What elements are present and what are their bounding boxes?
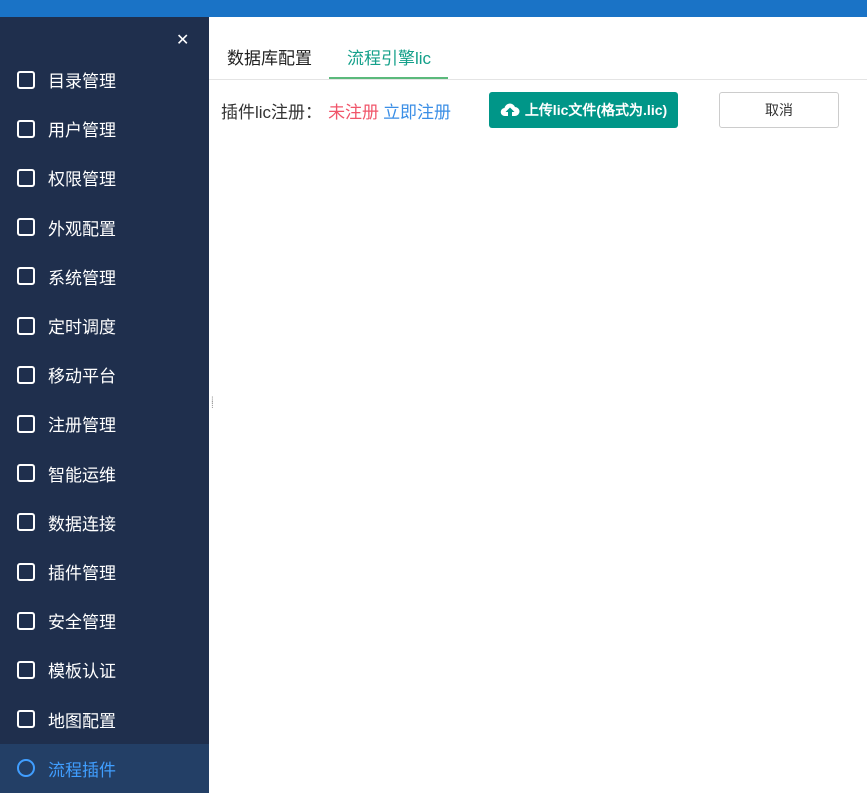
status-text: 未注册 (328, 103, 380, 122)
puzzle-icon (17, 562, 35, 581)
sidebar-item-label: 智能运维 (48, 465, 116, 485)
sidebar-item[interactable]: 流程插件 (0, 743, 209, 793)
tab-database-config[interactable]: 数据库配置 (227, 44, 312, 69)
sidebar-item[interactable]: 数据连接 (0, 498, 209, 547)
user-icon (17, 119, 35, 138)
sidebar-item-label: 目录管理 (48, 72, 116, 91)
network-icon (17, 464, 35, 483)
sidebar-item[interactable]: 地图配置 (0, 695, 209, 744)
cloud-upload-icon (500, 103, 520, 117)
sidebar-item[interactable]: 模板认证 (0, 645, 209, 694)
sidebar-item[interactable]: 系统管理 (0, 252, 209, 301)
tab-bar: 数据库配置 流程引擎lic (209, 17, 867, 80)
sidebar-item-label: 模板认证 (48, 662, 116, 682)
upload-label: 上传lic文件(格式为.lic) (524, 102, 668, 118)
sidebar-item[interactable]: 权限管理 (0, 153, 209, 202)
lic-status-row: 插件lic注册： 未注册 立即注册 (221, 98, 451, 123)
sidebar-item-label: 移动平台 (48, 367, 116, 387)
sidebar-item[interactable]: 安全管理 (0, 596, 209, 645)
register-link[interactable]: 立即注册 (383, 103, 451, 122)
cancel-button[interactable]: 取消 (719, 92, 839, 128)
paint-roller-icon (17, 218, 35, 237)
sidebar-item-label: 定时调度 (48, 318, 116, 337)
tab-process-engine-lic[interactable]: 流程引擎lic (347, 44, 431, 69)
sidebar-item-label: 注册管理 (48, 416, 116, 436)
paperclip-icon (17, 513, 35, 532)
document-edit-icon (17, 660, 35, 679)
top-bar (0, 0, 867, 17)
sidebar: ✕ 目录管理用户管理权限管理外观配置系统管理定时调度移动平台注册管理智能运维数据… (0, 17, 209, 793)
sidebar-item[interactable]: 目录管理 (0, 55, 209, 104)
sidebar-item[interactable]: 智能运维 (0, 449, 209, 498)
lock-icon (17, 168, 35, 187)
sidebar-item-label: 插件管理 (48, 564, 116, 583)
mobile-icon (17, 365, 35, 384)
active-tab-indicator (329, 77, 448, 79)
resize-handle[interactable]: ⁞ ⁞ (211, 397, 214, 411)
sidebar-item[interactable]: 定时调度 (0, 301, 209, 350)
sidebar-item[interactable]: 移动平台 (0, 350, 209, 399)
sidebar-item-label: 流程插件 (48, 760, 116, 780)
sidebar-item[interactable]: 注册管理 (0, 399, 209, 448)
map-icon (17, 710, 35, 729)
pin-icon[interactable]: ✕ (176, 30, 189, 50)
lic-label: 插件lic注册： (221, 103, 323, 122)
sidebar-item-label: 权限管理 (48, 170, 116, 190)
sidebar-item[interactable]: 用户管理 (0, 104, 209, 153)
register-icon (17, 414, 35, 433)
gear-icon (17, 267, 35, 286)
gear-icon (17, 759, 35, 778)
shield-icon (17, 611, 35, 630)
sidebar-item-label: 数据连接 (48, 514, 116, 534)
timer-icon (17, 316, 35, 335)
sidebar-item[interactable]: 插件管理 (0, 547, 209, 596)
sidebar-item[interactable]: 外观配置 (0, 203, 209, 252)
sidebar-item-label: 安全管理 (48, 613, 116, 633)
sidebar-item-label: 系统管理 (48, 268, 116, 288)
upload-lic-button[interactable]: 上传lic文件(格式为.lic) (489, 92, 678, 128)
sidebar-item-label: 用户管理 (48, 121, 116, 141)
sidebar-item-label: 外观配置 (48, 219, 116, 239)
list-icon (17, 70, 35, 89)
sidebar-item-label: 地图配置 (48, 711, 116, 731)
